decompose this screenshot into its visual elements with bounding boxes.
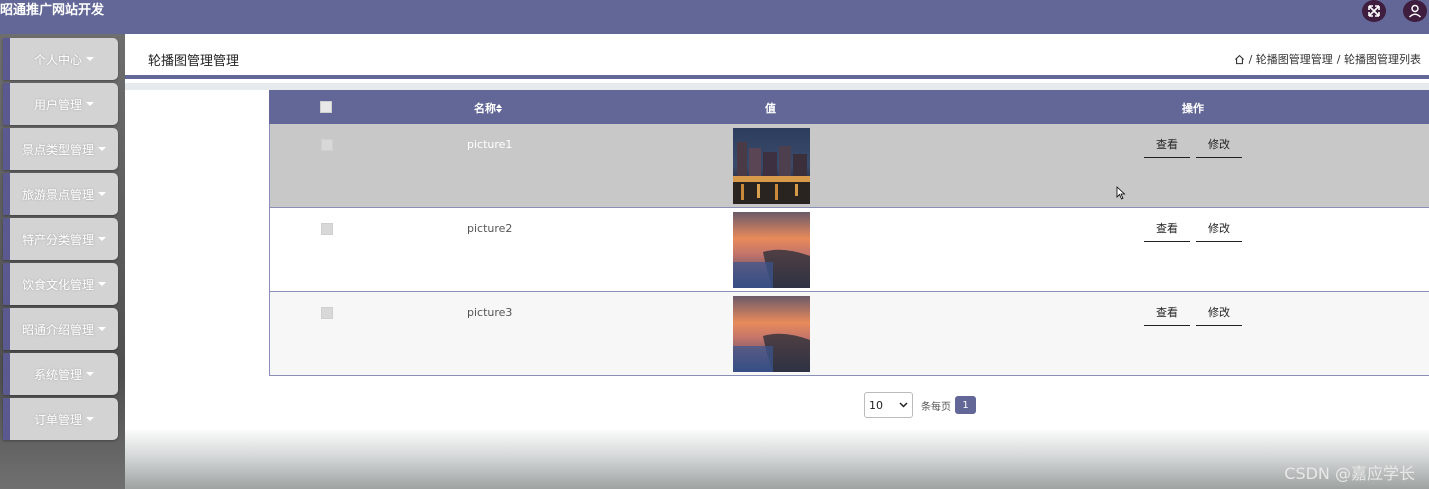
column-header-label: 名称 [474,102,496,115]
sidebar-item-label: 用户管理 [33,97,82,112]
sidebar-item-label: 系统管理 [33,367,82,382]
caret-down-icon [98,147,106,151]
caret-down-icon [86,372,94,376]
sidebar-item-specialty-category-management[interactable]: 特产分类管理 [3,218,118,260]
sidebar: 个人中心 用户管理 景点类型管理 旅游景点管理 特产分类管理 饮食文化管理 昭通… [0,34,125,489]
night-city-river-photo [733,128,810,204]
per-page-label: 条每页 [921,401,951,413]
cell-name: picture3 [467,306,513,319]
view-button[interactable]: 查看 [1144,220,1190,242]
caret-down-icon [98,327,106,331]
caret-down-icon [86,57,94,61]
caret-down-icon [98,192,106,196]
breadcrumb-item-current: / 轮播图管理列表 [1336,53,1421,66]
sidebar-item-label: 特产分类管理 [21,232,94,247]
divider [125,83,1429,90]
pagination: 10 条每页 1 [864,392,976,418]
footer-gradient [125,430,1429,489]
edit-button[interactable]: 修改 [1196,304,1242,326]
page-size-select[interactable]: 10 [864,392,913,418]
sidebar-item-personal-center[interactable]: 个人中心 [3,38,118,80]
sort-arrows-icon [496,104,502,113]
sidebar-item-attraction-management[interactable]: 旅游景点管理 [3,173,118,215]
row-checkbox[interactable] [321,223,333,235]
user-menu-button[interactable] [1403,0,1427,22]
sidebar-item-zhaotong-intro-management[interactable]: 昭通介绍管理 [3,308,118,350]
home-icon[interactable] [1234,54,1245,65]
table-header: 名称 值 操作 [269,90,1429,124]
page-button-current[interactable]: 1 [955,396,976,414]
caret-down-icon [86,102,94,106]
sidebar-item-label: 订单管理 [33,412,82,427]
cell-name: picture2 [467,222,513,235]
caret-down-icon [98,237,106,241]
main-content: 轮播图管理管理 / 轮播图管理管理 / 轮播图管理列表 名称 值 操作 pict… [125,34,1429,489]
sidebar-item-user-management[interactable]: 用户管理 [3,83,118,125]
app-title: 昭通推广网站开发 [0,3,105,18]
table-row[interactable]: picture1 查看 修改 [269,124,1429,208]
fullscreen-button[interactable] [1362,0,1386,22]
sunset-lake-photo [733,296,810,372]
sidebar-item-label: 景点类型管理 [21,142,94,157]
watermark: CSDN @嘉应学长 [1284,464,1415,483]
column-header-actions: 操作 [1182,102,1204,115]
sidebar-item-food-culture-management[interactable]: 饮食文化管理 [3,263,118,305]
edit-button[interactable]: 修改 [1196,220,1242,242]
sunset-lake-photo [733,212,810,288]
cell-name: picture1 [467,138,513,151]
caret-down-icon [98,282,106,286]
page-header: 轮播图管理管理 / 轮播图管理管理 / 轮播图管理列表 [125,34,1429,79]
sidebar-item-system-management[interactable]: 系统管理 [3,353,118,395]
user-icon [1408,4,1422,18]
sidebar-item-label: 个人中心 [33,52,82,67]
column-header-value: 值 [765,102,776,115]
breadcrumb: / 轮播图管理管理 / 轮播图管理列表 [1234,51,1421,67]
select-all-checkbox[interactable] [320,101,332,113]
view-button[interactable]: 查看 [1144,304,1190,326]
row-checkbox[interactable] [321,307,333,319]
page-size-value: 10 [869,398,883,412]
breadcrumb-item-parent[interactable]: / 轮播图管理管理 [1249,51,1333,67]
expand-arrows-icon [1368,5,1380,17]
sidebar-item-label: 旅游景点管理 [21,187,94,202]
page-title: 轮播图管理管理 [148,54,240,69]
sidebar-item-label: 昭通介绍管理 [21,322,94,337]
edit-button[interactable]: 修改 [1196,136,1242,158]
top-navbar: 昭通推广网站开发 [0,0,1429,34]
table-row[interactable]: picture3 查看 修改 [269,292,1429,376]
row-checkbox[interactable] [321,139,333,151]
sidebar-item-attraction-type-management[interactable]: 景点类型管理 [3,128,118,170]
column-header-name[interactable]: 名称 [474,100,502,116]
mouse-cursor-icon [1116,186,1126,200]
chevron-down-icon [899,402,908,408]
view-button[interactable]: 查看 [1144,136,1190,158]
caret-down-icon [86,417,94,421]
sidebar-item-label: 饮食文化管理 [21,277,94,292]
sidebar-item-order-management[interactable]: 订单管理 [3,398,118,440]
table-row[interactable]: picture2 查看 修改 [269,208,1429,292]
